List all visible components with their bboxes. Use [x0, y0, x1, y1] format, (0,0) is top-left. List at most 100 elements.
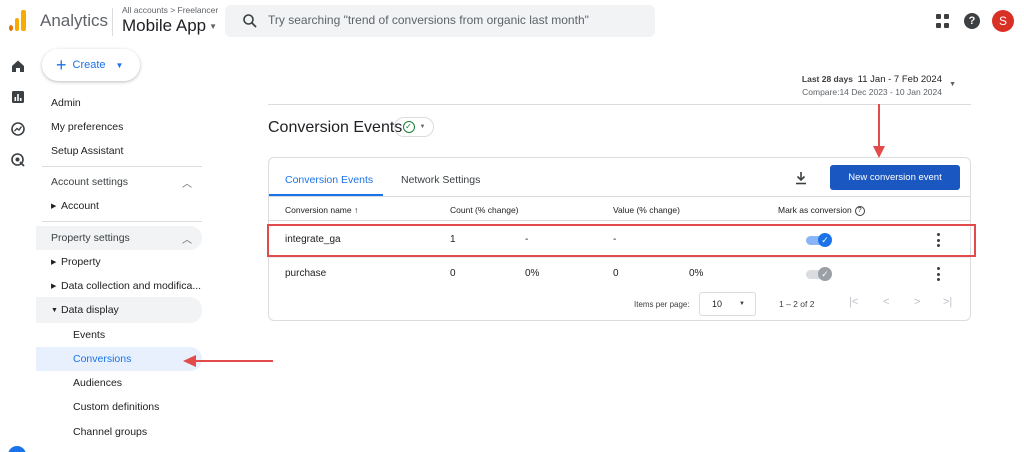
column-header-name[interactable]: Conversion name ↑ — [285, 205, 358, 215]
advertising-icon[interactable] — [10, 152, 26, 168]
date-range-label: Last 28 days — [801, 74, 853, 84]
conversion-events-card: Conversion Events Network Settings New c… — [268, 157, 971, 321]
value-value: - — [613, 234, 617, 245]
table-row: purchase 0 0% 0 0% ✓ — [269, 258, 970, 291]
download-icon[interactable] — [794, 171, 808, 185]
nav-rail — [0, 44, 36, 452]
avatar[interactable]: S — [992, 10, 1014, 32]
caret-down-icon[interactable]: ▼ — [949, 81, 956, 88]
help-circle-icon[interactable]: ? — [854, 205, 865, 216]
triangle-right-icon: ▶ — [51, 283, 57, 290]
create-button[interactable]: + Create ▼ — [42, 49, 140, 81]
last-page-icon[interactable]: >| — [943, 296, 952, 308]
conversion-name: integrate_ga — [285, 234, 341, 245]
property-selector[interactable]: Mobile App ▼ — [122, 16, 217, 36]
items-per-page-value: 10 — [712, 299, 723, 309]
sidebar-divider — [42, 166, 202, 167]
nav-events[interactable]: Events — [73, 329, 105, 341]
triangle-right-icon: ▶ — [51, 203, 57, 210]
items-per-page-label: Items per page: — [634, 300, 690, 309]
tab-network-settings[interactable]: Network Settings — [401, 174, 480, 186]
more-vert-icon[interactable] — [935, 233, 941, 247]
value-change: 0% — [689, 268, 704, 279]
compare-range: Compare:14 Dec 2023 - 10 Jan 2024 — [802, 87, 942, 97]
explore-icon[interactable] — [10, 121, 26, 137]
search-bar[interactable]: Try searching "trend of conversions from… — [225, 5, 655, 37]
conversion-name: purchase — [285, 268, 327, 279]
sidebar-divider — [42, 221, 202, 222]
count-change: 0% — [525, 268, 540, 279]
date-range-picker[interactable]: Last 28 days 11 Jan - 7 Feb 2024 Compare… — [802, 73, 942, 99]
nav-setup-assistant[interactable]: Setup Assistant — [51, 145, 123, 157]
caret-down-icon: ▼ — [209, 22, 218, 32]
check-circle-icon: ✓ — [402, 121, 415, 133]
first-page-icon[interactable]: |< — [849, 296, 858, 308]
column-header-value[interactable]: Value (% change) — [613, 205, 680, 215]
triangle-down-icon: ▼ — [51, 306, 58, 314]
nav-channel-groups[interactable]: Channel groups — [73, 426, 147, 438]
top-actions: ? S — [936, 10, 1014, 32]
nav-data-collection[interactable]: ▶ Data collection and modifica... — [36, 273, 202, 299]
mark-as-conversion-toggle[interactable]: ✓ — [806, 233, 832, 247]
property-name: Mobile App — [122, 16, 207, 35]
search-placeholder: Try searching "trend of conversions from… — [268, 13, 589, 27]
nav-my-preferences[interactable]: My preferences — [51, 121, 123, 133]
check-icon: ✓ — [818, 233, 832, 247]
nav-data-display[interactable]: ▼ Data display — [36, 297, 202, 323]
page-title: Conversion Events — [268, 119, 403, 136]
chevron-up-icon: ︿ — [182, 234, 192, 246]
account-settings-header[interactable]: Account settings ︿ — [36, 170, 202, 194]
caret-down-icon: ▼ — [419, 124, 426, 130]
main-content: Last 28 days 11 Jan - 7 Feb 2024 Compare… — [211, 44, 1024, 452]
status-chip[interactable]: ✓ ▼ — [394, 117, 434, 137]
column-header-count[interactable]: Count (% change) — [450, 205, 519, 215]
date-range-value: 11 Jan - 7 Feb 2024 — [857, 74, 942, 85]
count-value: 1 — [450, 234, 456, 245]
next-page-icon[interactable]: > — [914, 296, 920, 308]
caret-down-icon: ▼ — [115, 60, 124, 70]
home-icon[interactable] — [10, 58, 26, 74]
column-header-mark-label: Mark as conversion — [778, 205, 852, 215]
column-header-mark: Mark as conversion? — [778, 205, 865, 216]
analytics-logo-icon[interactable] — [9, 9, 27, 31]
search-icon — [243, 14, 257, 28]
property-settings-label: Property settings — [51, 232, 130, 244]
property-settings-header[interactable]: Property settings ︿ — [36, 226, 202, 250]
reports-icon[interactable] — [10, 89, 26, 105]
new-conversion-event-button[interactable]: New conversion event — [830, 165, 960, 190]
check-icon: ✓ — [818, 267, 832, 281]
header-separator — [268, 104, 971, 105]
help-icon[interactable]: ? — [964, 13, 980, 29]
nav-custom-definitions[interactable]: Custom definitions — [73, 401, 159, 413]
items-per-page-select[interactable]: 10 ▼ — [699, 292, 756, 316]
triangle-right-icon: ▶ — [51, 259, 57, 266]
plus-icon: + — [56, 55, 67, 75]
nav-data-collection-label: Data collection and modifica... — [61, 280, 202, 292]
header-row-separator — [269, 220, 970, 221]
nav-property[interactable]: ▶ Property — [36, 249, 202, 275]
tab-conversion-events[interactable]: Conversion Events — [285, 174, 373, 186]
account-settings-label: Account settings — [51, 176, 129, 188]
account-breadcrumb[interactable]: All accounts > Freelancer — [122, 5, 218, 15]
admin-sidebar: + Create ▼ Admin My preferences Setup As… — [36, 44, 211, 452]
mark-as-conversion-toggle-disabled: ✓ — [806, 267, 832, 281]
apps-grid-icon[interactable] — [936, 14, 950, 28]
nav-conversions[interactable]: Conversions — [73, 353, 131, 365]
count-value: 0 — [450, 268, 456, 279]
top-bar: Analytics All accounts > Freelancer Mobi… — [0, 0, 1024, 44]
table-row: integrate_ga 1 - - ✓ — [269, 224, 970, 257]
chevron-up-icon: ︿ — [182, 178, 192, 190]
nav-account[interactable]: ▶ Account — [36, 193, 202, 219]
tabs-separator — [269, 196, 970, 197]
app-name: Analytics — [40, 11, 109, 30]
nav-data-display-label: Data display — [61, 304, 119, 316]
more-vert-icon[interactable] — [935, 267, 941, 281]
previous-page-icon[interactable]: < — [883, 296, 889, 308]
caret-down-icon: ▼ — [739, 301, 745, 307]
nav-account-label: Account — [61, 200, 99, 212]
nav-audiences[interactable]: Audiences — [73, 377, 122, 389]
pagination-range: 1 – 2 of 2 — [779, 299, 815, 309]
create-label: Create — [72, 59, 106, 71]
nav-property-label: Property — [61, 256, 101, 268]
nav-admin[interactable]: Admin — [51, 97, 81, 109]
